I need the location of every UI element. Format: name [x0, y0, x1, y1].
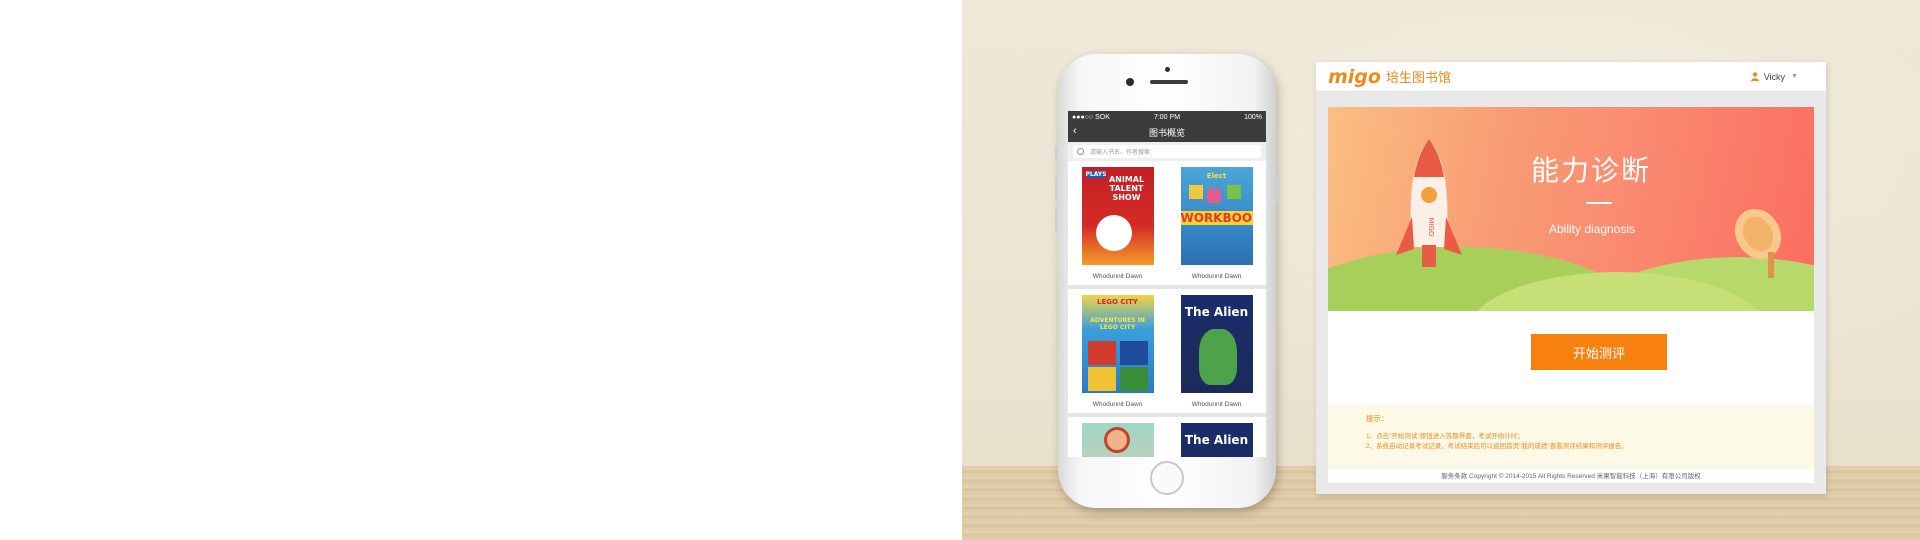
book-cover: The Alien [1180, 295, 1253, 393]
status-time: 7:00 PM [1153, 113, 1181, 121]
book-cover: The Alien [1180, 423, 1253, 457]
user-name: Vicky [1763, 71, 1786, 82]
banner-title: 能力诊断 [1530, 155, 1651, 186]
book-card[interactable]: Elect WORKBOOK Whodunnit Dawn [1167, 161, 1266, 289]
chevron-down-icon: ▼ [1791, 73, 1798, 80]
search-placeholder: 请输入书名、作者搜索 [1090, 150, 1151, 156]
book-title: Whodunnit Dawn [1092, 401, 1143, 408]
tip-item: 2、系统自动记录考试记录，考试结束后可以返回首页"我的成绩"查看测评结果和测评报… [1366, 443, 1628, 450]
camera-icon [1126, 78, 1134, 86]
web-window: migo 培生图书馆 Vicky ▼ MIGO 能力诊断 Ability dia… [1316, 62, 1826, 494]
blank-area [0, 0, 962, 540]
header-bar: migo 培生图书馆 Vicky ▼ [1316, 62, 1826, 92]
carrier-signal: ●●●○○ SOK [1072, 113, 1110, 121]
user-icon [1750, 72, 1759, 81]
back-arrow-icon[interactable]: ‹ [1073, 125, 1077, 137]
book-title: Whodunnit Dawn [1092, 273, 1143, 280]
nav-bar: ‹ 图书概览 [1068, 123, 1266, 142]
tip-item: 1、点击"开始测试"按钮进入答题界面，考试开始计时； [1366, 433, 1524, 440]
book-card[interactable]: LEGO CITY ADVENTURES IN LEGO CITY Whodun… [1068, 289, 1167, 417]
book-cover: Elect WORKBOOK [1180, 167, 1253, 265]
site-brand: 培生图书馆 [1385, 70, 1451, 85]
battery-level: 100% [1244, 113, 1262, 121]
status-bar: ●●●○○ SOK 7:00 PM 100% [1068, 111, 1266, 123]
footer-copyright: 服务条款 Copyright © 2014-2015 All Rights Re… [1441, 473, 1701, 480]
satellite-dish-icon [1734, 208, 1782, 278]
user-menu[interactable]: Vicky ▼ [1750, 71, 1798, 82]
book-card[interactable]: The Alien [1167, 417, 1266, 457]
book-cover [1081, 423, 1154, 457]
book-card[interactable]: PLAYS ANIMAL TALENT SHOW Whodunnit Dawn [1068, 161, 1167, 289]
migo-logo[interactable]: migo [1328, 66, 1381, 88]
book-title: Whodunnit Dawn [1191, 273, 1242, 280]
home-button[interactable] [1150, 461, 1184, 495]
book-grid: PLAYS ANIMAL TALENT SHOW Whodunnit Dawn … [1068, 161, 1266, 457]
stage: ●●●○○ SOK 7:00 PM 100% ‹ 图书概览 请输入书名、作者搜索 [0, 0, 1920, 540]
book-card[interactable] [1068, 417, 1167, 457]
phone-screen: ●●●○○ SOK 7:00 PM 100% ‹ 图书概览 请输入书名、作者搜索 [1068, 111, 1266, 457]
main-panel: MIGO 能力诊断 Ability diagnosis 开始测评 提示： 1、点… [1328, 107, 1814, 483]
book-cover: PLAYS ANIMAL TALENT SHOW [1081, 167, 1154, 265]
product-scene: ●●●○○ SOK 7:00 PM 100% ‹ 图书概览 请输入书名、作者搜索 [962, 0, 1920, 540]
nav-title: 图书概览 [1148, 128, 1185, 138]
book-cover: LEGO CITY ADVENTURES IN LEGO CITY [1081, 295, 1154, 393]
title-divider [1586, 202, 1612, 204]
dog-illustration [1095, 215, 1132, 251]
tips-title: 提示： [1366, 414, 1389, 423]
phone-mockup: ●●●○○ SOK 7:00 PM 100% ‹ 图书概览 请输入书名、作者搜索 [1055, 54, 1279, 508]
tips-box: 提示： 1、点击"开始测试"按钮进入答题界面，考试开始计时； 2、系统自动记录考… [1328, 405, 1814, 469]
hero-banner: MIGO 能力诊断 Ability diagnosis [1328, 107, 1814, 311]
book-card[interactable]: The Alien Whodunnit Dawn [1167, 289, 1266, 417]
speaker-grille [1150, 80, 1188, 84]
start-assessment-button[interactable]: 开始测评 [1531, 334, 1667, 370]
search-input[interactable]: 请输入书名、作者搜索 [1073, 145, 1261, 158]
alien-illustration [1198, 329, 1237, 385]
search-icon [1077, 148, 1084, 155]
book-title: Whodunnit Dawn [1191, 401, 1242, 408]
